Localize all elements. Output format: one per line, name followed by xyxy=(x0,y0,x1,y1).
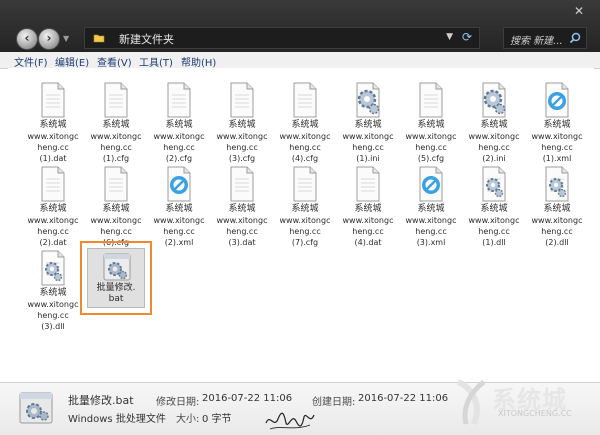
search-input[interactable]: 搜索 新建... xyxy=(510,32,563,47)
close-icon[interactable]: ✕ xyxy=(574,5,584,17)
size-value: 0 字节 xyxy=(202,414,232,425)
document-icon xyxy=(293,82,317,118)
document-icon xyxy=(230,82,254,118)
file-name: 系统城 www.xitongc heng.cc (1).ini xyxy=(342,120,394,163)
selection-highlight: 批量修改. bat xyxy=(87,248,145,308)
file-item[interactable]: 系统城 www.xitongc heng.cc (3).dat xyxy=(213,160,271,250)
file-item[interactable]: 系统城 www.xitongc heng.cc (6).cfg xyxy=(87,160,145,250)
menu-tools[interactable]: 工具(T) xyxy=(139,54,173,69)
created-label: 创建日期: xyxy=(312,397,356,408)
search-icon[interactable] xyxy=(569,32,581,44)
signature-scribble xyxy=(265,412,315,430)
document-icon xyxy=(167,82,191,118)
watermark-subtext: XITONGCHENG.CC xyxy=(498,409,572,418)
file-name: 系统城 www.xitongc heng.cc (2).ini xyxy=(468,120,520,163)
folder-icon xyxy=(93,34,105,43)
file-item[interactable]: 系统城 www.xitongc heng.cc (1).xml xyxy=(528,76,586,166)
file-name: 系统城 www.xitongc heng.cc (1).dat xyxy=(27,120,79,163)
address-dropdown-icon[interactable]: ▼ xyxy=(446,32,453,42)
file-name: 系统城 www.xitongc heng.cc (3).dat xyxy=(216,204,268,247)
dll-file-icon xyxy=(482,166,506,202)
dll-file-icon xyxy=(545,166,569,202)
document-icon xyxy=(104,166,128,202)
file-item[interactable]: 系统城 www.xitongc heng.cc (3).xml xyxy=(402,160,460,250)
file-item[interactable]: 系统城 www.xitongc heng.cc (1).cfg xyxy=(87,76,145,166)
file-name: 系统城 www.xitongc heng.cc (2).cfg xyxy=(153,120,205,163)
file-item[interactable]: 系统城 www.xitongc heng.cc (1).ini xyxy=(339,76,397,166)
watermark-logo-icon xyxy=(456,379,486,426)
recent-pages-dropdown-icon[interactable]: ▼ xyxy=(63,34,69,43)
file-name: 系统城 www.xitongc heng.cc (7).cfg xyxy=(279,204,331,247)
menu-help[interactable]: 帮助(H) xyxy=(181,54,216,69)
xml-file-icon xyxy=(419,166,443,202)
file-name: 系统城 www.xitongc heng.cc (2).xml xyxy=(153,204,205,247)
document-icon xyxy=(230,166,254,202)
file-name: 系统城 www.xitongc heng.cc (1).dll xyxy=(468,204,520,247)
file-item[interactable]: 系统城 www.xitongc heng.cc (2).dat xyxy=(24,160,82,250)
file-name: 系统城 www.xitongc heng.cc (1).xml xyxy=(531,120,583,163)
file-item[interactable]: 系统城 www.xitongc heng.cc (7).cfg xyxy=(276,160,334,250)
file-item[interactable]: 系统城 www.xitongc heng.cc (3).dll xyxy=(24,244,82,334)
title-bar: ✕ ‹ › ▼ 新建文件夹 ▼ ⟳ 搜索 新建... xyxy=(0,0,600,52)
file-name: 系统城 www.xitongc heng.cc (5).cfg xyxy=(405,120,457,163)
dll-file-icon xyxy=(41,250,65,286)
file-item[interactable]: 系统城 www.xitongc heng.cc (1).dll xyxy=(465,160,523,250)
file-name: 系统城 www.xitongc heng.cc (2).dll xyxy=(531,204,583,247)
file-item[interactable]: 系统城 www.xitongc heng.cc (1).dat xyxy=(24,76,82,166)
document-icon xyxy=(419,82,443,118)
file-name: 系统城 www.xitongc heng.cc (3).cfg xyxy=(216,120,268,163)
document-icon xyxy=(293,166,317,202)
file-item[interactable]: 系统城 www.xitongc heng.cc (2).xml xyxy=(150,160,208,250)
document-icon xyxy=(104,82,128,118)
file-item[interactable]: 系统城 www.xitongc heng.cc (4).dat xyxy=(339,160,397,250)
xml-file-icon xyxy=(167,166,191,202)
menu-edit[interactable]: 编辑(E) xyxy=(55,54,89,69)
xml-file-icon xyxy=(545,82,569,118)
file-list-area: 系统城 www.xitongc heng.cc (1).dat 系统城 www.xiton… xyxy=(8,68,594,380)
document-icon xyxy=(356,166,380,202)
batch-file-icon xyxy=(19,392,53,424)
file-item[interactable]: 系统城 www.xitongc heng.cc (4).cfg xyxy=(276,76,334,166)
detail-file-name: 批量修改.bat xyxy=(68,394,134,407)
menu-file[interactable]: 文件(F) xyxy=(14,54,48,69)
refresh-icon[interactable]: ⟳ xyxy=(462,30,472,44)
settings-file-icon xyxy=(356,82,380,118)
back-button[interactable]: ‹ xyxy=(16,28,38,50)
address-bar[interactable]: 新建文件夹 ▼ ⟳ xyxy=(84,27,480,49)
document-icon xyxy=(41,82,65,118)
batch-file-icon xyxy=(103,253,131,281)
watermark: 系统城 XITONGCHENG.CC xyxy=(452,376,600,432)
address-path: 新建文件夹 xyxy=(119,33,174,46)
file-name: 系统城 www.xitongc heng.cc (4).cfg xyxy=(279,120,331,163)
explorer-window: ✕ ‹ › ▼ 新建文件夹 ▼ ⟳ 搜索 新建... 文件(F) 编辑(E) 查… xyxy=(0,0,600,435)
forward-button[interactable]: › xyxy=(38,28,60,50)
size-label: 大小: xyxy=(176,414,200,425)
menu-bar: 文件(F) 编辑(E) 查看(V) 工具(T) 帮助(H) xyxy=(0,52,600,69)
selected-file-item[interactable]: 批量修改. bat xyxy=(80,241,152,315)
file-name: 系统城 www.xitongc heng.cc (3).xml xyxy=(405,204,457,247)
file-item[interactable]: 系统城 www.xitongc heng.cc (2).cfg xyxy=(150,76,208,166)
menu-view[interactable]: 查看(V) xyxy=(97,54,132,69)
detail-file-type: Windows 批处理文件 xyxy=(68,414,166,425)
file-item[interactable]: 系统城 www.xitongc heng.cc (3).cfg xyxy=(213,76,271,166)
file-name: 系统城 www.xitongc heng.cc (1).cfg xyxy=(90,120,142,163)
selected-file-name: 批量修改. bat xyxy=(96,283,136,304)
search-box[interactable]: 搜索 新建... xyxy=(503,27,587,49)
file-name: 系统城 www.xitongc heng.cc (2).dat xyxy=(27,204,79,247)
file-name: 系统城 www.xitongc heng.cc (3).dll xyxy=(27,288,79,331)
modified-label: 修改日期: xyxy=(156,397,200,408)
file-name: 系统城 www.xitongc heng.cc (4).dat xyxy=(342,204,394,247)
file-item[interactable]: 系统城 www.xitongc heng.cc (5).cfg xyxy=(402,76,460,166)
file-item[interactable]: 系统城 www.xitongc heng.cc (2).ini xyxy=(465,76,523,166)
settings-file-icon xyxy=(482,82,506,118)
document-icon xyxy=(41,166,65,202)
created-value: 2016-07-22 11:06 xyxy=(358,393,449,404)
file-item[interactable]: 系统城 www.xitongc heng.cc (2).dll xyxy=(528,160,586,250)
